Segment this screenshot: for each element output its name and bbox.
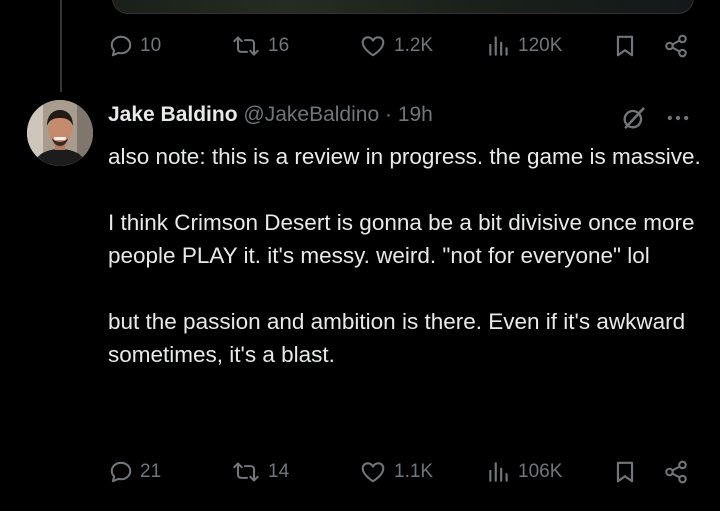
views-icon — [489, 462, 508, 482]
bookmark-icon — [616, 35, 634, 57]
tweet-text: also note: this is a review in progress.… — [108, 140, 708, 371]
share-icon — [665, 460, 687, 484]
views-button[interactable]: 106K — [486, 458, 562, 486]
previous-tweet-action-bar: 10 16 1.2K 120K — [106, 32, 696, 60]
grok-icon[interactable] — [620, 104, 648, 137]
views-icon — [489, 36, 508, 56]
share-button[interactable] — [662, 32, 690, 60]
bookmark-button[interactable] — [612, 32, 638, 60]
like-button[interactable]: 1.1K — [358, 458, 433, 486]
tweet-paragraph: I think Crimson Desert is gonna be a bit… — [108, 210, 695, 268]
repost-count: 14 — [268, 461, 290, 482]
reply-icon — [110, 461, 132, 483]
tweet-action-bar: 21 14 1.1K 106K — [106, 458, 696, 486]
reply-button[interactable]: 10 — [108, 32, 161, 60]
tweet-header: Jake Baldino @JakeBaldino · 19h — [108, 103, 433, 127]
views-count: 106K — [518, 461, 563, 482]
previous-tweet-media[interactable] — [112, 0, 694, 14]
repost-button[interactable]: 16 — [230, 32, 289, 60]
reply-count: 10 — [140, 35, 162, 56]
bookmark-icon — [616, 461, 634, 483]
reply-count: 21 — [140, 461, 162, 482]
views-count: 120K — [518, 35, 563, 56]
avatar-photo — [27, 100, 93, 166]
repost-count: 16 — [268, 35, 290, 56]
display-name[interactable]: Jake Baldino — [108, 103, 238, 126]
repost-icon — [233, 462, 259, 482]
avatar[interactable] — [27, 100, 93, 166]
timestamp[interactable]: 19h — [398, 103, 433, 126]
tweet-paragraph: also note: this is a review in progress.… — [108, 144, 701, 169]
bookmark-button[interactable] — [612, 458, 638, 486]
more-icon[interactable] — [664, 104, 692, 137]
tweet-paragraph: but the passion and ambition is there. E… — [108, 309, 686, 367]
header-separator: · — [384, 103, 392, 126]
reply-button[interactable]: 21 — [108, 458, 161, 486]
thread-line — [60, 0, 62, 92]
like-count: 1.1K — [394, 461, 434, 482]
repost-icon — [233, 36, 259, 56]
user-handle[interactable]: @JakeBaldino — [243, 103, 379, 126]
reply-icon — [110, 35, 132, 57]
share-button[interactable] — [662, 458, 690, 486]
share-icon — [665, 34, 687, 58]
like-icon — [361, 36, 385, 57]
like-count: 1.2K — [394, 35, 434, 56]
repost-button[interactable]: 14 — [230, 458, 289, 486]
views-button[interactable]: 120K — [486, 32, 562, 60]
like-button[interactable]: 1.2K — [358, 32, 433, 60]
like-icon — [361, 462, 385, 483]
